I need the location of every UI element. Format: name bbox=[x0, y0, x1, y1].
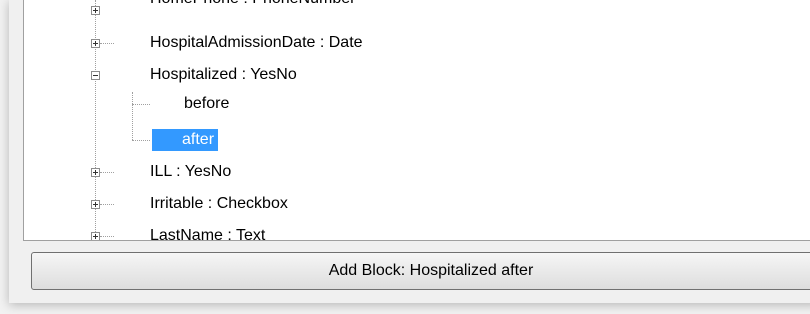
tree-connector-row bbox=[100, 204, 114, 205]
expand-toggle-icon[interactable] bbox=[91, 6, 100, 15]
add-block-button[interactable]: Add Block: Hospitalized after bbox=[31, 252, 810, 290]
tree-node-irritable[interactable]: Irritable : Checkbox bbox=[148, 193, 290, 215]
dialog-window: HomePhone : PhoneNumber HospitalAdmissio… bbox=[9, 0, 810, 303]
expand-toggle-icon[interactable] bbox=[91, 232, 100, 240]
tree-node-after[interactable]: after bbox=[152, 129, 219, 151]
tree-node-lastname[interactable]: LastName : Text bbox=[148, 225, 267, 240]
tree-connector-row bbox=[100, 236, 114, 237]
tree-node-before[interactable]: before bbox=[182, 93, 231, 115]
field-tree-view[interactable]: HomePhone : PhoneNumber HospitalAdmissio… bbox=[23, 0, 810, 241]
tree-connector-child bbox=[132, 92, 133, 140]
tree-node-ill[interactable]: ILL : YesNo bbox=[148, 161, 233, 183]
tree-node-hospitalized[interactable]: Hospitalized : YesNo bbox=[148, 64, 299, 86]
expand-toggle-icon[interactable] bbox=[91, 168, 100, 177]
collapse-toggle-icon[interactable] bbox=[91, 71, 100, 80]
tree-connector-row bbox=[100, 172, 114, 173]
expand-toggle-icon[interactable] bbox=[91, 200, 100, 209]
tree-connector-after bbox=[132, 140, 150, 141]
expand-toggle-icon[interactable] bbox=[91, 39, 100, 48]
tree-node-hospitaladmissiondate[interactable]: HospitalAdmissionDate : Date bbox=[148, 32, 365, 54]
tree-connector-before bbox=[132, 104, 150, 105]
tree-connector-row bbox=[100, 43, 114, 44]
tree-node-homephone[interactable]: HomePhone : PhoneNumber bbox=[148, 0, 357, 10]
